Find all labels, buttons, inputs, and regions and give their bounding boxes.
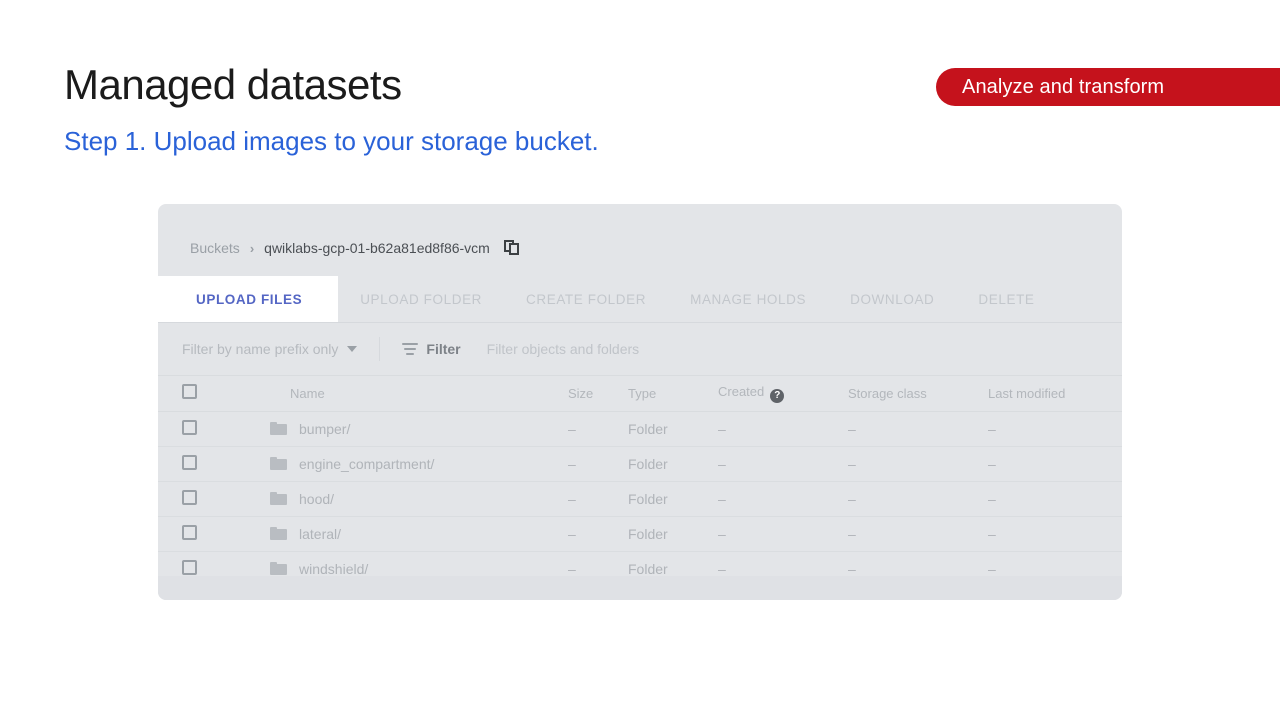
tab-delete[interactable]: DELETE (956, 276, 1056, 322)
copy-icon[interactable] (503, 240, 520, 256)
row-select-cell (158, 516, 222, 552)
tab-upload-folder[interactable]: UPLOAD FOLDER (338, 276, 504, 322)
row-last-modified-cell: – (984, 516, 1122, 552)
cloud-storage-panel: Buckets › qwiklabs-gcp-01-b62a81ed8f86-v… (158, 204, 1122, 600)
objects-table: Name Size Type Created? Storage class La… (158, 376, 1122, 587)
row-created-cell: – (714, 516, 844, 552)
tab-manage-holds-label: MANAGE HOLDS (690, 291, 807, 307)
row-name-cell: bumper/ (222, 411, 562, 447)
tab-upload-files-label: UPLOAD FILES (196, 291, 303, 307)
row-last-modified-cell: – (984, 446, 1122, 482)
panel-tab-bar: UPLOAD FILES UPLOAD FOLDER CREATE FOLDER… (158, 276, 1122, 323)
tab-upload-files[interactable]: UPLOAD FILES (158, 276, 339, 322)
filter-control[interactable]: Filter (402, 340, 461, 357)
row-last-modified-cell: – (984, 411, 1122, 447)
panel-footer (158, 576, 1122, 600)
folder-icon (270, 457, 287, 470)
breadcrumb: Buckets › qwiklabs-gcp-01-b62a81ed8f86-v… (190, 240, 520, 256)
row-type-cell: Folder (626, 446, 714, 482)
row-size-cell: – (562, 411, 626, 447)
status-badge-label: Analyze and transform (962, 75, 1165, 98)
row-checkbox[interactable] (182, 489, 197, 505)
row-checkbox[interactable] (182, 524, 197, 540)
page-subtitle: Step 1. Upload images to your storage bu… (64, 126, 599, 156)
select-all-checkbox[interactable] (182, 384, 197, 400)
folder-icon (270, 527, 287, 540)
row-storage-class-cell: – (844, 411, 984, 447)
filter-icon (402, 342, 419, 355)
select-all-header (158, 376, 222, 412)
page-title: Managed datasets (64, 61, 402, 108)
chevron-right-icon: › (249, 240, 255, 256)
table-row[interactable]: bumper/ – Folder – – – (158, 411, 1122, 447)
column-header-created-label: Created (718, 383, 765, 399)
row-checkbox[interactable] (182, 559, 197, 575)
row-name-label[interactable]: windshield/ (299, 561, 368, 577)
filter-bar: Filter by name prefix only Filter Filter… (158, 322, 1122, 376)
column-header-storage-class[interactable]: Storage class (844, 376, 984, 412)
row-name-label[interactable]: bumper/ (299, 421, 350, 437)
tab-create-folder-label: CREATE FOLDER (526, 291, 647, 307)
column-header-created[interactable]: Created? (714, 376, 844, 412)
column-header-type[interactable]: Type (626, 376, 714, 412)
table-row[interactable]: engine_compartment/ – Folder – – – (158, 446, 1122, 482)
breadcrumb-current-bucket: qwiklabs-gcp-01-b62a81ed8f86-vcm (264, 240, 490, 256)
filter-input[interactable]: Filter objects and folders (487, 341, 640, 357)
row-last-modified-cell: – (984, 481, 1122, 517)
row-checkbox[interactable] (182, 454, 197, 470)
column-header-name[interactable]: Name (222, 376, 562, 412)
tab-manage-holds[interactable]: MANAGE HOLDS (668, 276, 828, 322)
name-prefix-select[interactable]: Filter by name prefix only (182, 340, 358, 357)
column-header-last-modified[interactable]: Last modified (984, 376, 1122, 412)
row-name-label[interactable]: lateral/ (299, 526, 341, 542)
row-name-label[interactable]: engine_compartment/ (299, 456, 434, 472)
filter-label: Filter (426, 340, 461, 357)
row-type-cell: Folder (626, 516, 714, 552)
help-icon[interactable]: ? (770, 388, 785, 403)
row-size-cell: – (562, 516, 626, 552)
breadcrumb-buckets-link[interactable]: Buckets (190, 240, 240, 256)
table-row[interactable]: hood/ – Folder – – – (158, 481, 1122, 517)
table-row[interactable]: lateral/ – Folder – – – (158, 516, 1122, 552)
status-badge: Analyze and transform (936, 68, 1280, 106)
row-checkbox[interactable] (182, 419, 197, 435)
row-created-cell: – (714, 446, 844, 482)
chevron-down-icon (347, 345, 358, 352)
folder-icon (270, 422, 287, 435)
tab-upload-folder-label: UPLOAD FOLDER (360, 291, 483, 307)
row-storage-class-cell: – (844, 481, 984, 517)
row-created-cell: – (714, 481, 844, 517)
filter-divider (379, 336, 381, 361)
column-header-size[interactable]: Size (562, 376, 626, 412)
row-select-cell (158, 446, 222, 482)
folder-icon (270, 492, 287, 505)
tab-create-folder[interactable]: CREATE FOLDER (504, 276, 668, 322)
row-name-cell: engine_compartment/ (222, 446, 562, 482)
table-header-row: Name Size Type Created? Storage class La… (158, 376, 1122, 412)
folder-icon (270, 562, 287, 575)
name-prefix-select-label: Filter by name prefix only (182, 340, 339, 357)
row-name-label[interactable]: hood/ (299, 491, 334, 507)
tab-download-label: DOWNLOAD (850, 291, 935, 307)
row-select-cell (158, 411, 222, 447)
row-select-cell (158, 481, 222, 517)
tab-download[interactable]: DOWNLOAD (828, 276, 956, 322)
row-size-cell: – (562, 446, 626, 482)
row-storage-class-cell: – (844, 516, 984, 552)
row-type-cell: Folder (626, 411, 714, 447)
row-created-cell: – (714, 411, 844, 447)
tab-delete-label: DELETE (978, 291, 1035, 307)
row-size-cell: – (562, 481, 626, 517)
row-name-cell: lateral/ (222, 516, 562, 552)
row-type-cell: Folder (626, 481, 714, 517)
row-name-cell: hood/ (222, 481, 562, 517)
row-storage-class-cell: – (844, 446, 984, 482)
